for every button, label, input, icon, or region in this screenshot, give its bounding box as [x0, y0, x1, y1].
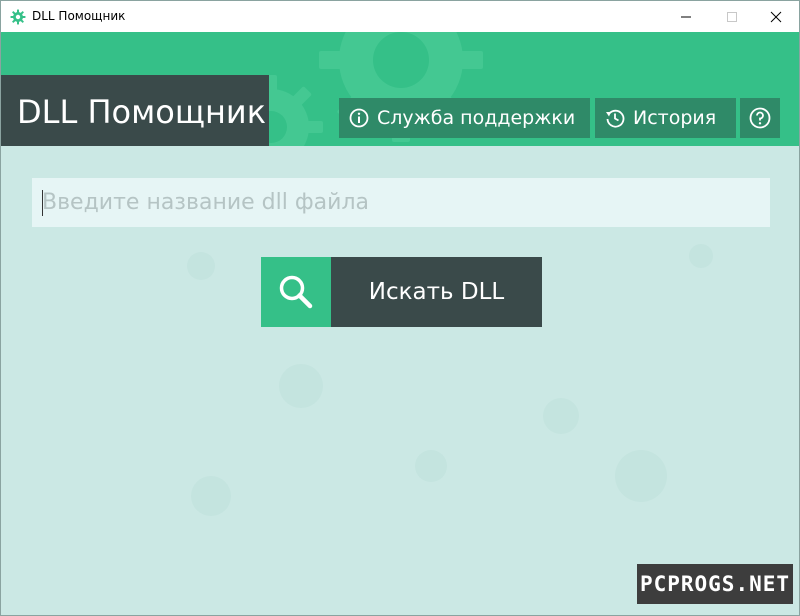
history-button-label: История: [633, 107, 717, 129]
search-button-icon-box: [261, 257, 331, 327]
info-icon: [349, 108, 369, 128]
maximize-icon: [727, 11, 737, 22]
app-window: DLL Помощник DLL Помощник Служба поддерж…: [0, 0, 800, 616]
gear-icon: [10, 9, 26, 25]
close-button[interactable]: [753, 1, 799, 32]
search-button-label: Искать DLL: [368, 279, 505, 305]
app-title-box: DLL Помощник: [1, 75, 269, 146]
search-dll-button[interactable]: Искать DLL: [261, 257, 542, 327]
support-button[interactable]: Служба поддержки: [339, 98, 590, 138]
support-button-label: Служба поддержки: [377, 107, 576, 129]
watermark-badge: PCPROGS.NET: [637, 564, 793, 604]
window-title: DLL Помощник: [32, 9, 126, 23]
maximize-button: [709, 1, 755, 32]
question-circle-icon: [749, 107, 771, 129]
minimize-icon: [681, 16, 691, 17]
title-bar[interactable]: DLL Помощник: [1, 1, 799, 32]
dll-search-input[interactable]: [32, 178, 770, 227]
history-icon: [606, 109, 625, 128]
close-icon: [770, 11, 782, 22]
minimize-button[interactable]: [663, 1, 709, 32]
search-button-label-box: Искать DLL: [331, 257, 542, 327]
app-title: DLL Помощник: [17, 93, 267, 131]
header-banner: DLL Помощник Служба поддержки История: [1, 32, 799, 146]
history-button[interactable]: История: [595, 98, 736, 138]
help-button[interactable]: [740, 98, 780, 138]
search-icon: [279, 275, 313, 309]
text-caret: [42, 190, 43, 216]
